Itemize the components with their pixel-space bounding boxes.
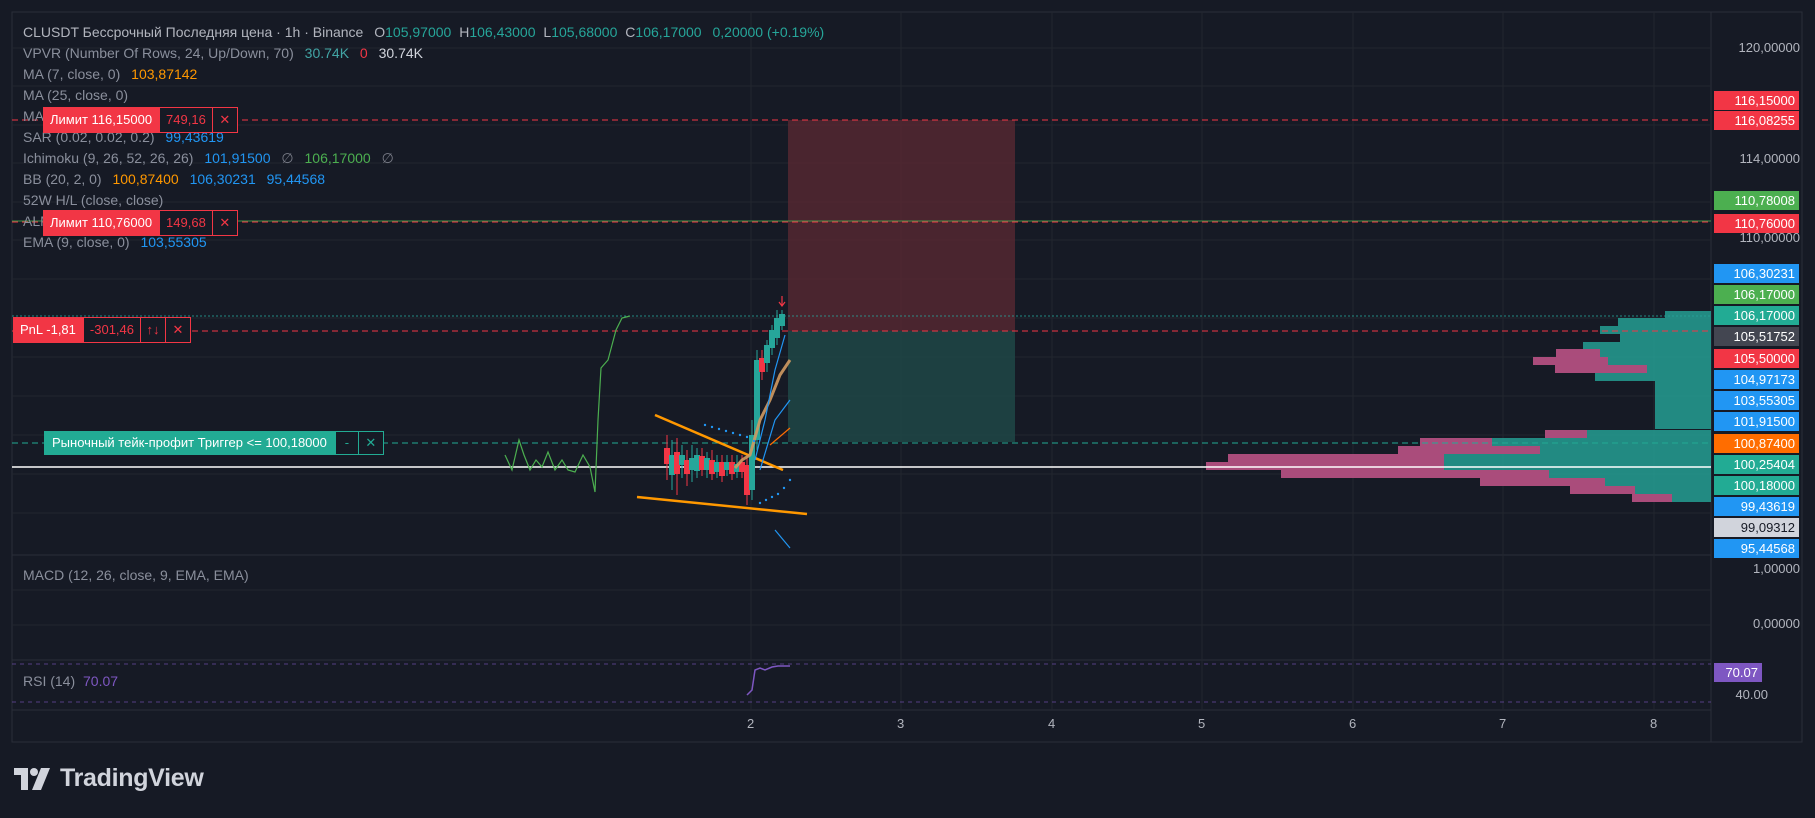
price-tag[interactable]: 99,09312 [1714, 518, 1799, 537]
limit-order-2-label[interactable]: Лимит 110,76000 [43, 210, 160, 236]
bb-basis [769, 427, 791, 446]
price-tag[interactable]: 106,30231 [1714, 264, 1799, 283]
pnl-value[interactable]: -301,46 [82, 317, 141, 343]
bb-lower [774, 529, 791, 549]
open-value: 105,97000 [385, 24, 452, 40]
symbol-row[interactable]: CLUSDT Бессрочный Последняя цена · 1h · … [23, 22, 824, 43]
close-icon[interactable]: ✕ [166, 317, 191, 343]
time-label: 6 [1349, 716, 1357, 731]
axis-label: 40.00 [1735, 687, 1768, 702]
tradingview-logo[interactable]: TradingView [14, 764, 204, 793]
pattern-lower [636, 495, 808, 516]
price-tag[interactable]: 100,18000 [1714, 476, 1799, 495]
axis-label: 0,00000 [1753, 616, 1800, 631]
price-tag[interactable]: 116,08255 [1714, 111, 1799, 130]
price-tag[interactable]: 106,17000 [1714, 285, 1799, 304]
reverse-icon[interactable]: ↑↓ [141, 317, 166, 343]
price-tag[interactable]: 103,55305 [1714, 391, 1799, 410]
change-value: 0,20000 (+0.19%) [712, 24, 825, 40]
take-profit-label[interactable]: Рыночный тейк-профит Триггер <= 100,1800… [44, 431, 335, 455]
vpvr-row[interactable]: VPVR (Number Of Rows, 24, Up/Down, 70) 3… [23, 43, 824, 64]
price-tag[interactable]: 106,17000 [1714, 306, 1799, 325]
limit-order-2-qty[interactable]: 149,68 [159, 210, 213, 236]
ichimoku-row[interactable]: Ichimoku (9, 26, 52, 26, 26) 101,91500 ∅… [23, 148, 824, 169]
tradingview-icon [14, 767, 50, 790]
axis-label: 120,00000 [1738, 40, 1800, 55]
time-label: 7 [1499, 716, 1507, 731]
rsi-title[interactable]: RSI (14) 70.07 [23, 673, 118, 689]
symbol-title: CLUSDT Бессрочный Последняя цена · 1h · … [23, 24, 364, 40]
time-label: 3 [897, 716, 905, 731]
take-profit-zone [788, 331, 1015, 442]
take-profit-order[interactable]: Рыночный тейк-профит Триггер <= 100,1800… [44, 431, 384, 455]
price-tag[interactable]: 104,97173 [1714, 370, 1799, 389]
close-value: 106,17000 [635, 24, 702, 40]
price-tag[interactable]: 116,15000 [1714, 91, 1799, 110]
rsi-value: 70.07 [83, 673, 119, 689]
bb-row[interactable]: BB (20, 2, 0) 100,87400 106,30231 95,445… [23, 169, 824, 190]
close-icon[interactable]: ✕ [212, 107, 238, 133]
pnl-label[interactable]: PnL -1,81 [13, 317, 83, 343]
pnl-order[interactable]: PnL -1,81 -301,46 ↑↓ ✕ [13, 317, 191, 343]
price-tag[interactable]: 105,51752 [1714, 327, 1799, 346]
axis-label: 114,00000 [1739, 151, 1801, 166]
ma7-row[interactable]: MA (7, close, 0) 103,87142 [23, 64, 824, 85]
rsi-tag[interactable]: 70.07 [1714, 663, 1762, 682]
close-icon[interactable]: ✕ [212, 210, 238, 236]
volume-profile [1206, 311, 1711, 502]
price-tag[interactable]: 99,43619 [1714, 497, 1799, 516]
minus-button[interactable]: - [334, 431, 359, 455]
limit-order-1-qty[interactable]: 749,16 [159, 107, 213, 133]
high-value: 106,43000 [469, 24, 536, 40]
price-tag[interactable]: 95,44568 [1714, 539, 1799, 558]
price-tag[interactable]: 105,50000 [1714, 349, 1799, 368]
price-tag[interactable]: 110,76000 [1714, 214, 1799, 233]
axis-label: 1,00000 [1753, 561, 1800, 576]
price-tag[interactable]: 101,91500 [1714, 412, 1799, 431]
limit-order-1-label[interactable]: Лимит 116,15000 [43, 107, 160, 133]
limit-order-1[interactable]: Лимит 116,15000 749,16 ✕ [43, 107, 238, 133]
brand-name: TradingView [60, 764, 204, 792]
ma25-row[interactable]: MA (25, close, 0) [23, 85, 824, 106]
green-indicator-line [504, 315, 631, 493]
w52-row[interactable]: 52W H/L (close, close) [23, 190, 824, 211]
time-label: 2 [747, 716, 755, 731]
rsi-line [746, 665, 790, 696]
macd-title[interactable]: MACD (12, 26, close, 9, EMA, EMA) [23, 567, 249, 583]
time-label: 4 [1048, 716, 1056, 731]
price-tag[interactable]: 100,25404 [1714, 455, 1799, 474]
time-label: 8 [1650, 716, 1658, 731]
low-value: 105,68000 [551, 24, 618, 40]
price-tag[interactable]: 110,78008 [1714, 191, 1799, 210]
close-icon[interactable]: ✕ [358, 431, 384, 455]
price-tag[interactable]: 100,87400 [1714, 434, 1799, 453]
limit-order-2[interactable]: Лимит 110,76000 149,68 ✕ [43, 210, 238, 236]
time-label: 5 [1198, 716, 1206, 731]
